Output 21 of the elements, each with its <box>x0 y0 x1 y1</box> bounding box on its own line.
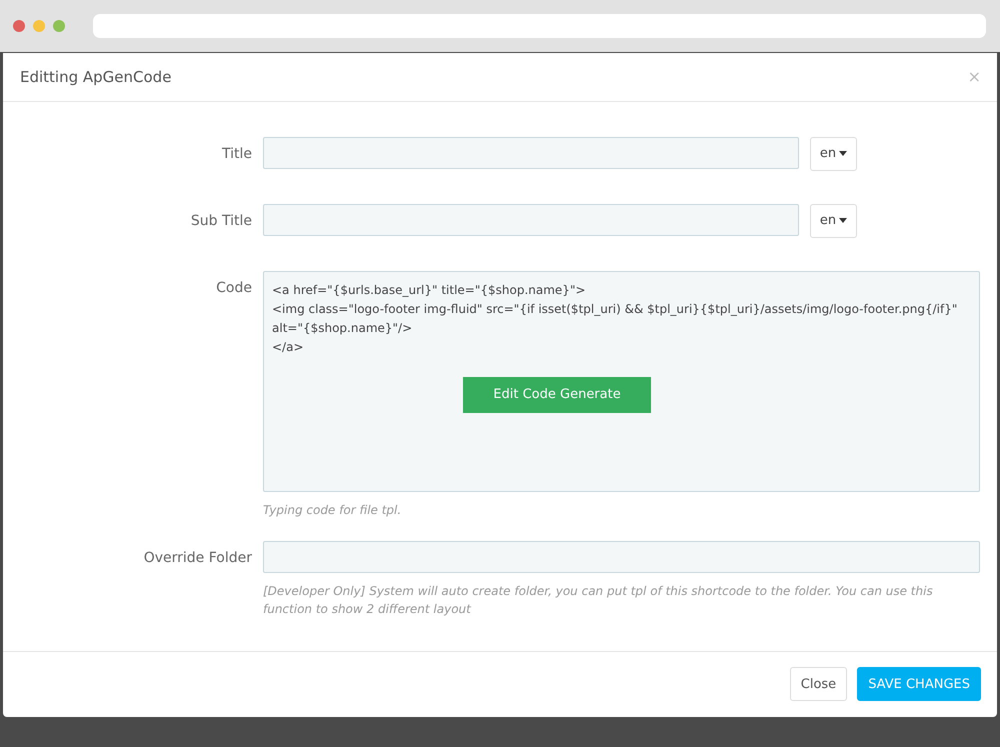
language-dropdown[interactable]: en <box>810 204 857 238</box>
field-label: Sub Title <box>190 212 252 229</box>
modal-title: Editting ApGenCode <box>20 68 172 86</box>
close-button[interactable]: Close <box>790 667 848 702</box>
address-bar[interactable] <box>93 14 986 38</box>
language-dropdown[interactable]: en <box>810 136 857 171</box>
window-minimize-dot[interactable] <box>33 20 45 32</box>
window-maximize-dot[interactable] <box>53 20 65 32</box>
help-text: [Developer Only] System will auto create folder, you can put tpl of this shortcode to the folder. You can use this function to show 2 different layout <box>263 582 934 618</box>
help-text: Typing code for file tpl. <box>263 502 402 519</box>
text-field[interactable] <box>263 204 799 236</box>
caret-icon <box>839 218 848 224</box>
field-label: Code <box>215 278 252 296</box>
text-field[interactable] <box>263 540 980 573</box>
text-field[interactable] <box>263 136 799 169</box>
field-label: Title <box>220 144 252 162</box>
field-label: Override Folder <box>142 548 252 566</box>
code-textarea[interactable] <box>263 270 980 492</box>
caret-icon <box>839 151 848 156</box>
code-text: <a href="{$urls.base_url}" title="{$shop.name}"> <img class="logo-footer img-fluid" src="{if isset($tpl_uri) && $tpl_uri}{$tpl_uri}/assets/img/logo-footer.png{/if}" alt="{$shop.name}"/> </a> <box>272 282 958 356</box>
window-close-dot[interactable] <box>13 20 25 32</box>
